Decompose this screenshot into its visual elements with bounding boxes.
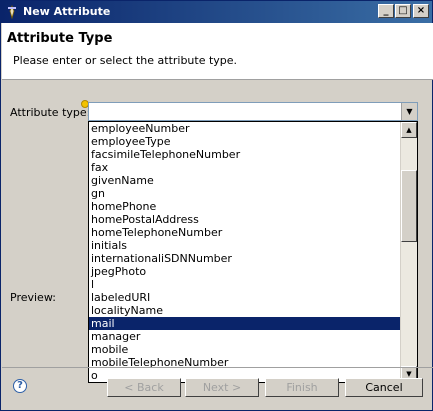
dropdown-item[interactable]: localityName (89, 304, 403, 317)
dropdown-item[interactable]: jpegPhoto (89, 265, 403, 278)
preview-label: Preview: (10, 291, 56, 304)
dropdown-item[interactable]: manager (89, 330, 403, 343)
dropdown-items: employeeNumber employeeType facsimileTelep… (89, 122, 403, 382)
dropdown-item[interactable]: employeeNumber (89, 122, 403, 135)
attribute-type-dropdown-list[interactable]: employeeNumber employeeType facsimileTelep… (88, 121, 418, 383)
dropdown-item[interactable]: homePostalAddress (89, 213, 403, 226)
dropdown-item[interactable]: fax (89, 161, 403, 174)
app-icon (8, 5, 16, 19)
scroll-thumb[interactable] (401, 170, 417, 242)
dropdown-item[interactable]: initials (89, 239, 403, 252)
window-title: New Attribute (23, 5, 111, 18)
dropdown-scrollbar[interactable]: ▲ ▼ (400, 122, 417, 382)
page-description: Please enter or select the attribute typ… (13, 54, 238, 67)
dropdown-item[interactable]: mobile (89, 343, 403, 356)
dropdown-item[interactable]: labeledURI (89, 291, 403, 304)
maximize-icon: □ (398, 5, 408, 16)
dropdown-item[interactable]: facsimileTelephoneNumber (89, 148, 403, 161)
wizard-header: Attribute Type Please enter or select th… (2, 23, 433, 80)
dropdown-item[interactable]: employeeType (89, 135, 403, 148)
attribute-type-label: Attribute type: (10, 106, 91, 119)
minimize-icon: _ (383, 5, 389, 16)
dropdown-item[interactable]: homePhone (89, 200, 403, 213)
dropdown-item[interactable]: l (89, 278, 403, 291)
minimize-button[interactable]: _ (378, 4, 394, 18)
dropdown-item[interactable]: homeTelephoneNumber (89, 226, 403, 239)
finish-button[interactable]: Finish (265, 378, 339, 397)
close-icon: × (416, 5, 426, 16)
scroll-up-icon: ▲ (406, 126, 412, 134)
combo-dropdown-button[interactable]: ▼ (401, 103, 417, 120)
scroll-up-button[interactable]: ▲ (401, 122, 417, 138)
dropdown-item[interactable]: mail (89, 317, 403, 330)
back-button[interactable]: < Back (107, 378, 181, 397)
cancel-button[interactable]: Cancel (345, 378, 423, 397)
maximize-button[interactable]: □ (395, 4, 411, 18)
chevron-down-icon: ▼ (406, 107, 413, 116)
next-button[interactable]: Next > (185, 378, 259, 397)
dropdown-item[interactable]: gn (89, 187, 403, 200)
dropdown-item[interactable]: internationaliSDNNumber (89, 252, 403, 265)
attribute-type-combo[interactable]: ▼ (88, 102, 418, 121)
dialog-window: New Attribute _ □ × Attribute Type Pleas… (0, 0, 433, 411)
scroll-down-icon: ▼ (406, 370, 412, 378)
close-button[interactable]: × (413, 4, 429, 18)
dropdown-item[interactable]: givenName (89, 174, 403, 187)
page-title: Attribute Type (7, 31, 113, 46)
footer-divider (2, 367, 433, 368)
title-bar[interactable]: New Attribute _ □ × (1, 1, 432, 23)
help-icon[interactable]: ? (13, 379, 27, 393)
